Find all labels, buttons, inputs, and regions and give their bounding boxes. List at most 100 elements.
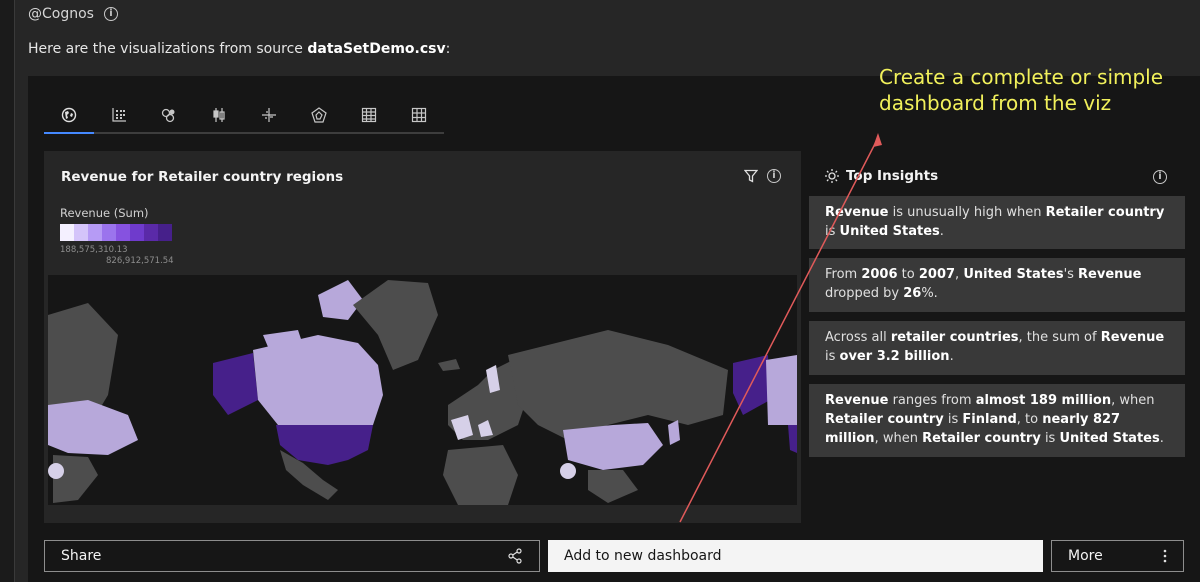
map-land-africa: [443, 445, 518, 505]
annotation-callout: Create a complete or simple dashboard fr…: [879, 65, 1164, 115]
insight-text: is: [825, 349, 840, 364]
tab-crosshair[interactable]: [244, 98, 294, 134]
insight-text: dropped by: [825, 286, 904, 301]
tab-map[interactable]: [44, 98, 94, 134]
map-region-canada: [253, 335, 383, 425]
map-land-iceland: [438, 359, 460, 371]
legend-swatch: [144, 224, 158, 241]
insight-text: , to: [1016, 412, 1043, 427]
insight-text: is: [943, 412, 963, 427]
insight-text: almost 189 million: [975, 393, 1112, 408]
choropleth-map[interactable]: [48, 275, 797, 505]
map-title: Revenue for Retailer country regions: [61, 169, 344, 185]
insight-text: Retailer country: [922, 431, 1041, 446]
insight-text: 's: [1063, 267, 1079, 282]
insight-text: Retailer country: [1045, 205, 1165, 220]
map-land-sea-west: [53, 455, 98, 503]
tab-scatter[interactable]: [94, 98, 144, 134]
insights-info-icon[interactable]: i: [1153, 170, 1167, 184]
boxplot-icon: [213, 108, 225, 122]
legend-swatch: [74, 224, 88, 241]
insight-text: Finland: [962, 412, 1017, 427]
insight-text: to: [897, 267, 919, 282]
legend-swatch: [102, 224, 116, 241]
insight-text: , when: [1111, 393, 1155, 408]
source-label: @Cognos: [28, 6, 94, 22]
tab-bubble[interactable]: [144, 98, 194, 134]
legend-swatch: [116, 224, 130, 241]
more-label: More: [1068, 548, 1103, 564]
tab-crosstab[interactable]: [344, 98, 394, 134]
map-marker-west: [48, 463, 64, 479]
insight-text: 26: [903, 286, 922, 301]
add-dashboard-label: Add to new dashboard: [564, 548, 722, 564]
insight-text: Revenue: [825, 393, 889, 408]
map-region-japan: [668, 420, 680, 445]
insight-text: %.: [921, 286, 938, 301]
insight-text: 2007: [918, 267, 956, 282]
more-button[interactable]: More: [1051, 540, 1184, 572]
insight-card[interactable]: Revenue ranges from almost 189 million, …: [809, 384, 1185, 457]
globe-icon: [61, 107, 77, 123]
legend-title: Revenue (Sum): [60, 206, 149, 220]
insight-text: is: [1040, 431, 1060, 446]
share-icon: [508, 548, 522, 564]
insights-title: Top Insights: [846, 168, 939, 184]
filter-icon[interactable]: [744, 169, 758, 183]
insight-text: ranges from: [888, 393, 976, 408]
message-header: @Cognos i: [28, 6, 118, 22]
insight-text: Revenue: [1100, 330, 1165, 345]
intro-prefix: Here are the visualizations from source: [28, 41, 308, 57]
share-label: Share: [61, 548, 102, 564]
add-to-new-dashboard-button[interactable]: Add to new dashboard: [548, 540, 1043, 572]
insight-text: over 3.2 billion: [839, 349, 950, 364]
map-region-china-east: [563, 423, 663, 470]
bubble-icon: [161, 108, 175, 123]
share-button[interactable]: Share: [44, 540, 540, 572]
insight-text: United States: [839, 224, 940, 239]
insight-text: is: [825, 224, 840, 239]
map-info-icon[interactable]: i: [767, 169, 781, 183]
map-card: Revenue for Retailer country regions i R…: [44, 151, 801, 523]
tab-table[interactable]: [394, 98, 444, 134]
tab-radar[interactable]: [294, 98, 344, 134]
insight-text: .: [939, 224, 944, 239]
insight-text: .: [949, 349, 954, 364]
insights-header: Top Insights: [824, 168, 938, 184]
legend-swatch: [130, 224, 144, 241]
legend-swatch: [158, 224, 172, 241]
insight-card[interactable]: From 2006 to 2007, United States's Reven…: [809, 258, 1185, 312]
legend-swatch: [88, 224, 102, 241]
insight-text: is unusually high when: [888, 205, 1046, 220]
legend-max-value: 826,912,571.54: [106, 256, 174, 266]
insight-text: United States: [1059, 431, 1160, 446]
insight-text: , when: [874, 431, 923, 446]
map-marker-east: [560, 463, 576, 479]
insight-text: United States: [963, 267, 1064, 282]
insight-text: 2006: [861, 267, 898, 282]
insight-card[interactable]: Revenue is unusually high when Retailer …: [809, 196, 1185, 249]
overflow-menu-icon: [1163, 549, 1167, 563]
map-region-alaska: [213, 353, 258, 415]
insight-card[interactable]: Across all retailer countries, the sum o…: [809, 321, 1185, 375]
card-toolbar: i: [744, 169, 781, 183]
intro-filename: dataSetDemo.csv: [307, 41, 446, 57]
map-region-alaska-east: [733, 355, 770, 415]
insight-text: Revenue: [1078, 267, 1142, 282]
insight-text: Across all: [825, 330, 891, 345]
radar-icon: [311, 107, 327, 123]
tab-boxplot[interactable]: [194, 98, 244, 134]
scatter-icon: [112, 108, 126, 122]
legend-color-scale: [60, 224, 172, 241]
viz-type-tabs: [44, 98, 444, 134]
intro-suffix: :: [445, 41, 451, 57]
map-land-southeast-asia: [588, 470, 638, 503]
map-land-asia-east: [508, 330, 728, 440]
info-icon[interactable]: i: [103, 7, 118, 21]
table-icon: [411, 107, 427, 123]
insight-text: , the sum of: [1018, 330, 1101, 345]
map-region-canada-east: [766, 355, 797, 425]
insight-text: From: [825, 267, 862, 282]
legend-swatch: [60, 224, 74, 241]
insight-text: retailer countries: [890, 330, 1019, 345]
